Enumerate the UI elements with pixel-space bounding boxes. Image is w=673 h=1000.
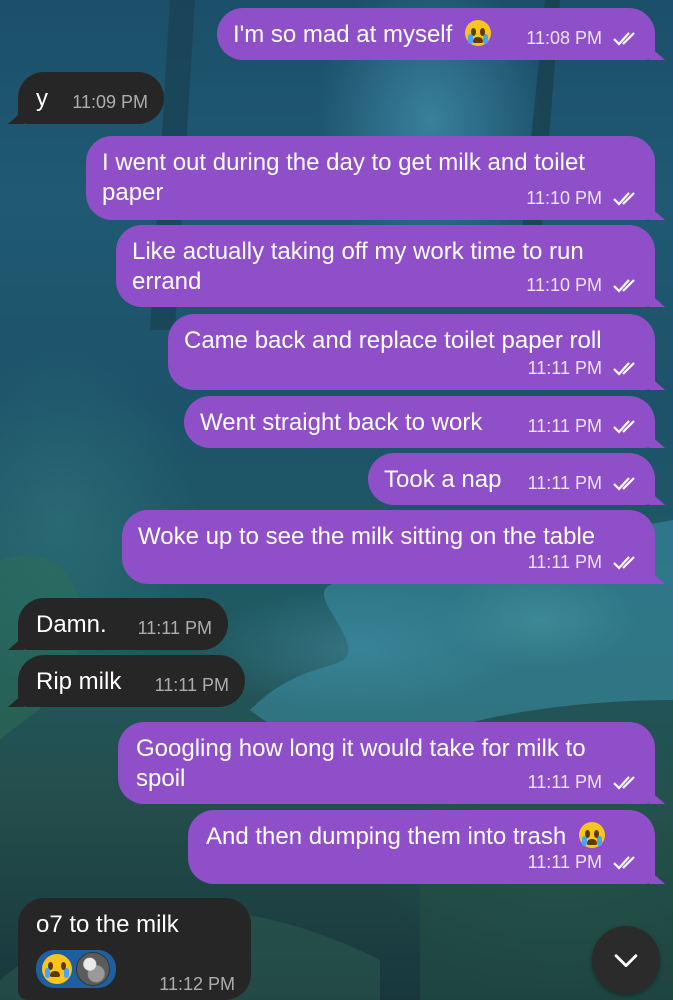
message-incoming[interactable]: y 11:09 PM <box>8 72 164 124</box>
message-text: Took a nap <box>384 466 502 493</box>
double-check-icon <box>613 360 639 376</box>
double-check-icon <box>613 277 639 293</box>
message-time: 11:11 PM <box>154 675 229 695</box>
bubble-tail <box>649 206 665 220</box>
message-text: Woke up to see the milk sitting on the t… <box>138 523 596 550</box>
message-text: And then dumping them into trash <box>206 823 567 850</box>
message-time: 11:10 PM <box>526 188 639 208</box>
bubble-tail <box>649 46 665 60</box>
message-time: 11:11 PM <box>528 772 639 792</box>
message-time: 11:11 PM <box>528 473 639 493</box>
double-check-icon <box>613 190 639 206</box>
message-outgoing[interactable]: I went out during the day to get milk an… <box>86 136 665 220</box>
double-check-icon <box>613 475 639 491</box>
message-text: Rip milk <box>36 668 122 695</box>
scroll-to-bottom-button[interactable] <box>592 926 660 994</box>
message-outgoing[interactable]: Took a nap 11:11 PM <box>368 453 665 505</box>
message-text: I went out during the day to get milk an… <box>102 149 585 206</box>
message-time-text: 11:11 PM <box>527 473 602 493</box>
message-text: Damn. <box>36 611 107 638</box>
bubble-tail <box>8 636 24 650</box>
message-text: o7 to the milk <box>36 911 179 938</box>
loudly-crying-face-icon <box>464 20 491 46</box>
message-outgoing[interactable]: Like actually taking off my work time to… <box>116 225 665 307</box>
double-check-icon <box>613 774 639 790</box>
bubble-tail <box>649 790 665 804</box>
message-time-text: 11:11 PM <box>527 852 602 872</box>
message-outgoing[interactable]: Googling how long it would take for milk… <box>118 722 665 804</box>
avatar <box>76 952 110 986</box>
message-time-text: 11:11 PM <box>527 552 602 572</box>
message-time-text: 11:08 PM <box>526 28 602 48</box>
double-check-icon <box>613 554 639 570</box>
message-time: 11:11 PM <box>137 618 212 638</box>
message-text: Googling how long it would take for milk… <box>136 735 586 792</box>
message-time: 11:11 PM <box>528 852 639 872</box>
message-incoming[interactable]: o7 to the milk 11:12 PM <box>18 898 251 1000</box>
bubble-tail <box>649 376 665 390</box>
bubble-tail <box>649 434 665 448</box>
chevron-down-icon <box>614 954 638 968</box>
message-time: 11:08 PM <box>526 28 639 48</box>
bubble-tail <box>649 293 665 307</box>
message-time-text: 11:11 PM <box>527 416 602 436</box>
message-time: 11:10 PM <box>526 275 639 295</box>
message-text: y <box>36 85 48 112</box>
message-outgoing[interactable]: Came back and replace toilet paper roll … <box>168 314 665 390</box>
message-text: I'm so mad at myself <box>233 21 453 48</box>
message-outgoing[interactable]: Went straight back to work 11:11 PM <box>184 396 665 448</box>
message-outgoing[interactable]: I'm so mad at myself 11:08 PM <box>217 8 665 60</box>
message-outgoing[interactable]: And then dumping them into trash 11:11 P… <box>188 810 665 884</box>
message-time: 11:11 PM <box>528 358 639 378</box>
message-time-text: 11:10 PM <box>526 188 602 208</box>
message-time: 11:11 PM <box>528 416 639 436</box>
message-text: Came back and replace toilet paper roll <box>184 327 602 354</box>
message-time: 11:11 PM <box>528 552 639 572</box>
double-check-icon <box>613 30 639 46</box>
double-check-icon <box>613 418 639 434</box>
message-time: 11:12 PM <box>159 974 235 994</box>
loudly-crying-face-icon <box>578 822 605 848</box>
bubble-tail <box>8 693 24 707</box>
bubble-tail <box>649 870 665 884</box>
reaction-pill[interactable] <box>36 950 116 988</box>
message-incoming[interactable]: Damn. 11:11 PM <box>8 598 228 650</box>
message-time: 11:09 PM <box>72 92 148 112</box>
double-check-icon <box>613 854 639 870</box>
message-time-text: 11:10 PM <box>526 275 602 295</box>
bubble-tail <box>649 491 665 505</box>
message-outgoing[interactable]: Woke up to see the milk sitting on the t… <box>122 510 665 584</box>
bubble-tail <box>649 570 665 584</box>
bubble-tail <box>8 110 24 124</box>
message-time-text: 11:11 PM <box>527 358 602 378</box>
loudly-crying-face-icon <box>42 954 72 984</box>
message-text: Like actually taking off my work time to… <box>132 238 584 295</box>
message-text: Went straight back to work <box>200 409 483 436</box>
message-time-text: 11:11 PM <box>527 772 602 792</box>
message-incoming[interactable]: Rip milk 11:11 PM <box>8 655 245 707</box>
